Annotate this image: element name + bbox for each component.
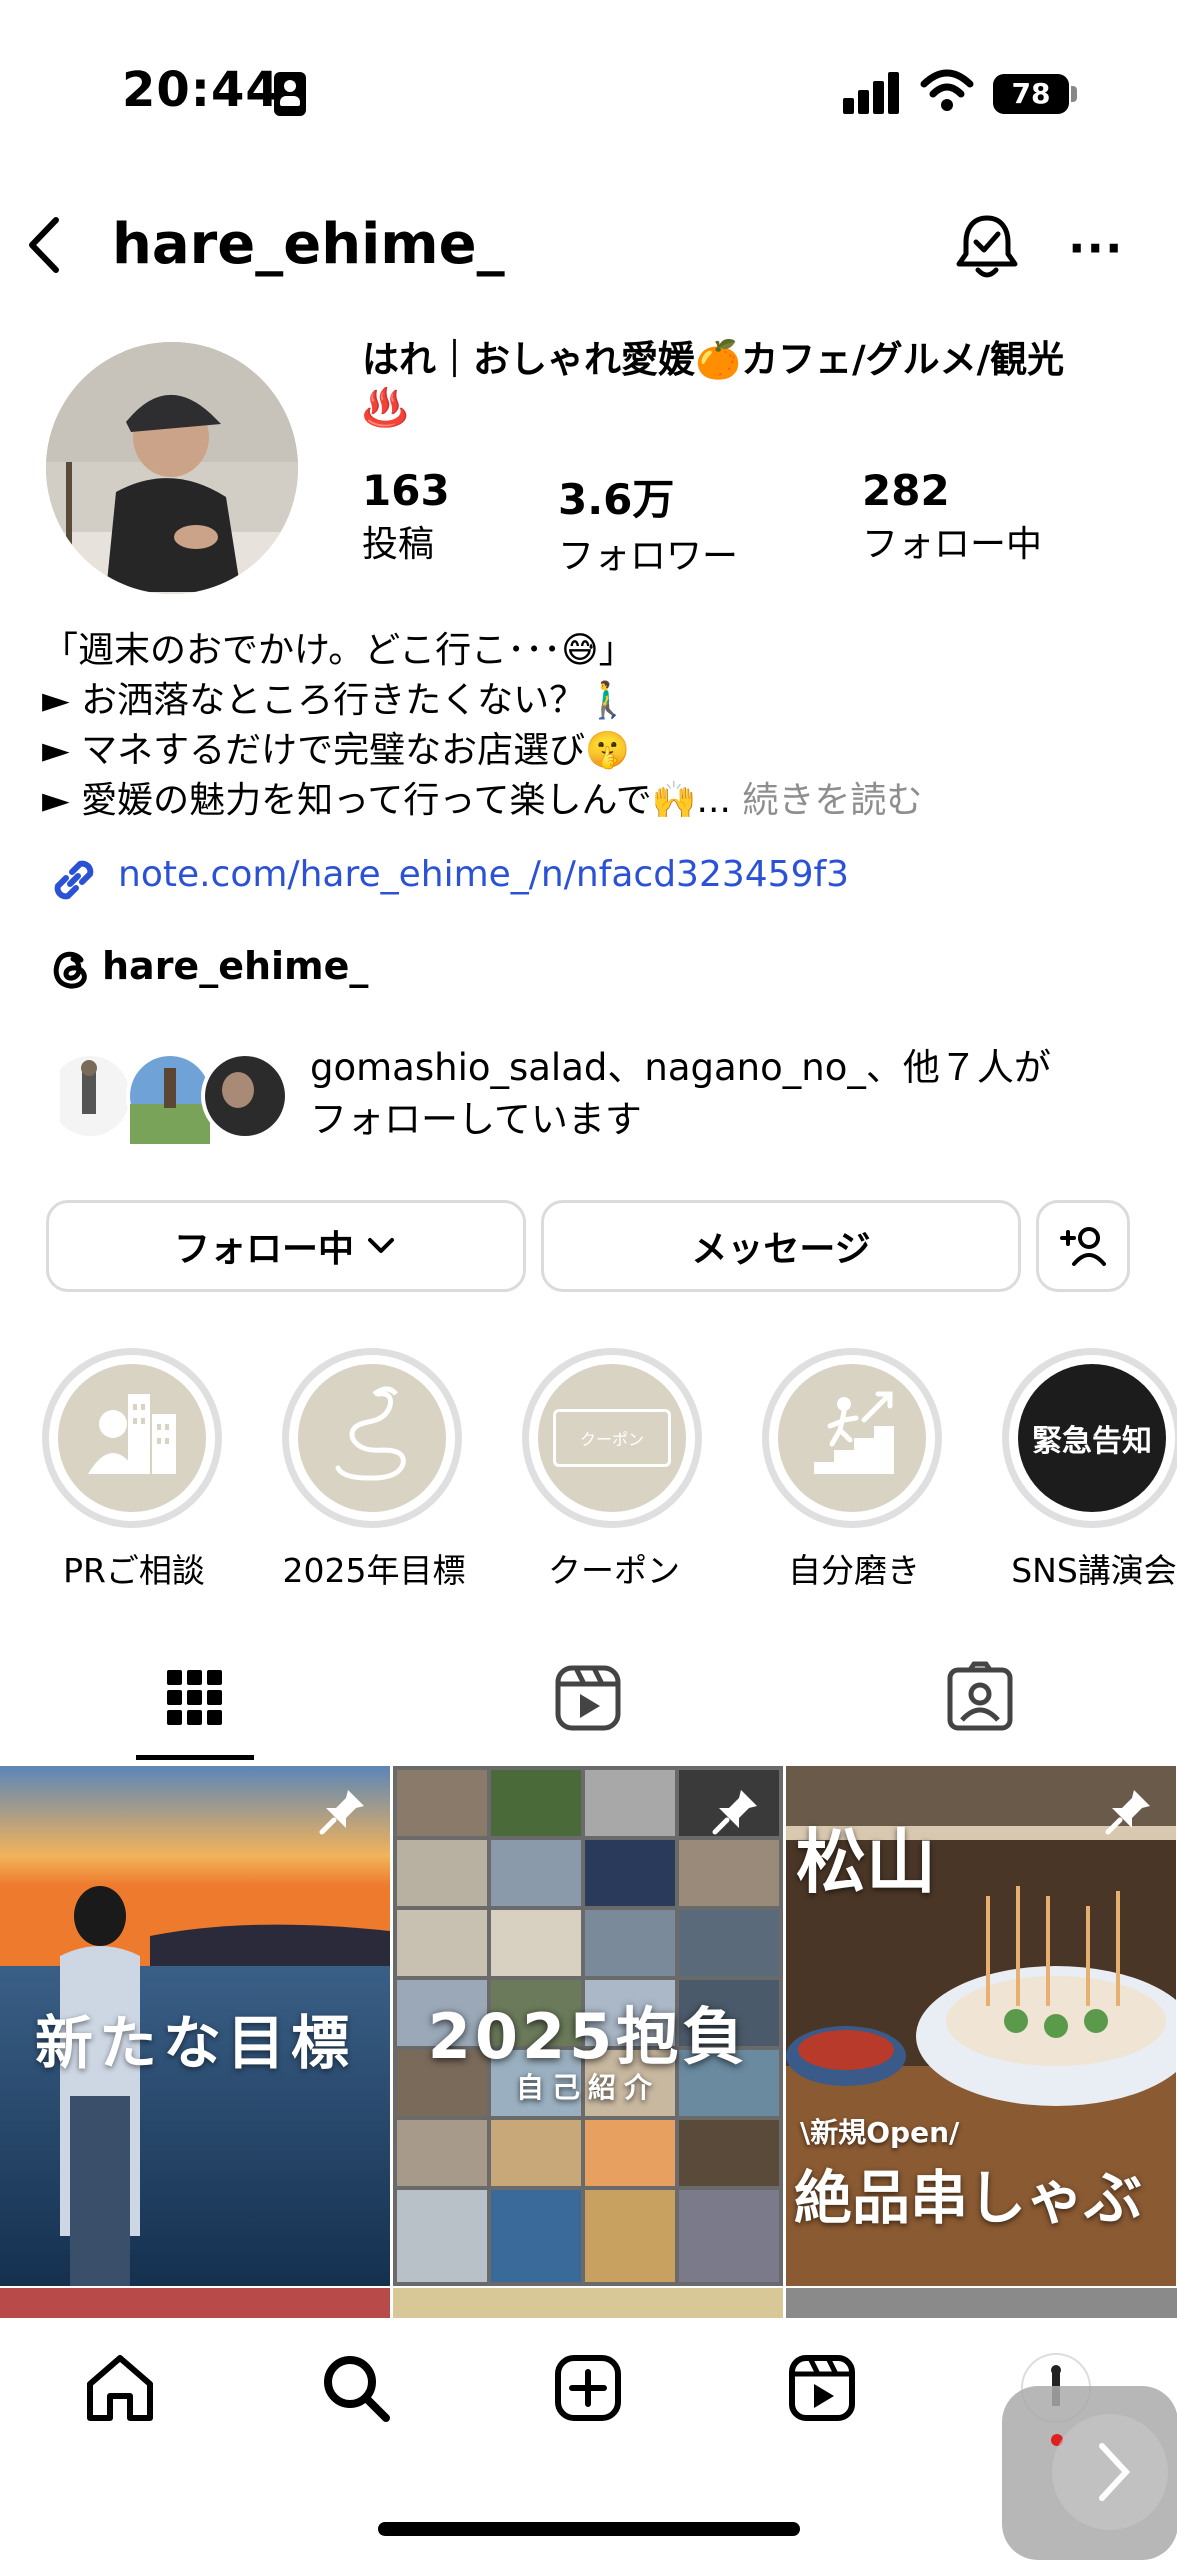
display-name: はれ｜おしゃれ愛媛🍊カフェ/グルメ/観光 ♨️ xyxy=(362,336,1152,432)
bio-line: ► お洒落なところ行きたくない？🚶‍♂️ xyxy=(42,680,630,721)
assistive-touch-button[interactable] xyxy=(1002,2386,1177,2560)
home-indicator xyxy=(378,2522,800,2536)
stairs-climb-icon xyxy=(778,1364,926,1512)
threads-handle[interactable]: hare_ehime_ xyxy=(102,944,368,988)
highlight-sns-lecture[interactable]: 緊急告知 xyxy=(1002,1348,1177,1528)
stat-followers-label: フォロワー xyxy=(558,536,739,577)
grid-tab-icon[interactable] xyxy=(155,1658,235,1738)
stat-followers-count: 3.6万 xyxy=(558,475,675,524)
post-overlay-title: 松山 xyxy=(796,1821,936,1903)
highlight-label: 2025年目標 xyxy=(282,1551,466,1590)
status-time: 20:44 xyxy=(122,62,280,118)
message-button[interactable]: メッセージ xyxy=(541,1200,1021,1292)
id-card-icon xyxy=(274,72,306,116)
post-overlay-tag: \新規Open/ xyxy=(800,2116,960,2149)
coupon-icon: クーポン xyxy=(538,1364,686,1512)
stat-following[interactable]: 282 フォロー中 xyxy=(862,466,1042,567)
stat-posts[interactable]: 163 投稿 xyxy=(362,466,450,567)
display-name-line1: はれ｜おしゃれ愛媛🍊カフェ/グルメ/観光 xyxy=(362,338,1065,381)
active-tab-indicator xyxy=(136,1755,254,1760)
bio-line-text: ► 愛媛の魅力を知って行って楽しんで🙌... xyxy=(42,780,731,821)
highlight-2025-goals[interactable] xyxy=(282,1348,462,1528)
pin-icon xyxy=(712,1790,757,1835)
stat-posts-label: 投稿 xyxy=(362,524,435,565)
bio-line: ► マネするだけで完璧なお店選び🤫 xyxy=(42,730,630,771)
search-icon[interactable] xyxy=(318,2350,394,2426)
create-post-icon[interactable] xyxy=(550,2350,626,2426)
profile-link[interactable]: note.com/hare_ehime_/n/nfacd323459f3 xyxy=(118,854,849,895)
post-overlay-text: 絶品串しゃぶ xyxy=(794,2164,1143,2232)
highlight-coupon[interactable]: クーポン xyxy=(522,1348,702,1528)
post-overlay-text: 新たな目標 xyxy=(34,2009,355,2077)
bio: 「週末のおでかけ。どこ行こ･･･😅」 ► お洒落なところ行きたくない？🚶‍♂️ … xyxy=(42,626,1152,826)
post-thumbnail[interactable]: 2025抱負 自己紹介 xyxy=(393,1766,783,2286)
suggest-people-button[interactable] xyxy=(1036,1200,1130,1292)
cellular-signal-icon xyxy=(843,70,901,114)
stat-followers[interactable]: 3.6万 フォロワー xyxy=(558,466,738,579)
threads-logo-icon[interactable] xyxy=(48,946,94,992)
pin-icon xyxy=(1105,1790,1150,1835)
highlight-label: SNS講演会 xyxy=(1011,1551,1177,1590)
reels-icon[interactable] xyxy=(784,2350,860,2426)
add-person-icon xyxy=(1060,1227,1106,1266)
following-button[interactable]: フォロー中 xyxy=(46,1200,526,1292)
profile-avatar[interactable] xyxy=(46,342,298,594)
following-button-label: フォロー中 xyxy=(173,1229,354,1270)
post-overlay-text: 2025抱負 xyxy=(427,2000,749,2073)
back-arrow-icon[interactable] xyxy=(22,214,70,276)
post-overlay-subtext: 自己紹介 xyxy=(515,2071,660,2104)
highlight-inner-text: 緊急告知 xyxy=(1032,1424,1152,1459)
stat-following-count: 282 xyxy=(862,466,950,515)
coupon-inner-text: クーポン xyxy=(553,1409,671,1467)
tagged-tab-icon[interactable] xyxy=(940,1658,1020,1738)
more-options-icon[interactable]: ··· xyxy=(1068,225,1124,271)
post-thumbnail[interactable]: 松山 \新規Open/ 絶品串しゃぶ xyxy=(786,1766,1176,2286)
bio-line: 「週末のおでかけ。どこ行こ･･･😅」 xyxy=(42,630,635,671)
mutual-followers-line2: フォローしています xyxy=(310,1098,642,1141)
mutual-followers-line1: gomashio_salad、nagano_no_、他７人が xyxy=(310,1046,1051,1089)
battery-level: 78 xyxy=(993,74,1069,114)
message-button-label: メッセージ xyxy=(691,1229,871,1270)
link-icon xyxy=(54,860,94,900)
snake-icon xyxy=(298,1364,446,1512)
stat-posts-count: 163 xyxy=(362,466,450,515)
highlight-label: 自分磨き xyxy=(788,1551,920,1590)
business-person-icon xyxy=(58,1364,206,1512)
reels-tab-icon[interactable] xyxy=(548,1658,628,1738)
post-thumbnail[interactable]: 新たな目標 xyxy=(0,1766,390,2286)
highlight-label: PRご相談 xyxy=(63,1551,205,1590)
pin-icon xyxy=(319,1790,364,1835)
highlight-pr[interactable] xyxy=(42,1348,222,1528)
profile-username-title: hare_ehime_ xyxy=(112,212,505,277)
notification-bell-icon[interactable] xyxy=(950,210,1024,284)
home-icon[interactable] xyxy=(82,2350,158,2426)
mutual-followers-text[interactable]: gomashio_salad、nagano_no_、他７人が フォローしています xyxy=(310,1042,1150,1146)
wifi-icon xyxy=(920,69,974,111)
battery-cap xyxy=(1071,86,1077,102)
highlight-label: クーポン xyxy=(548,1551,680,1590)
emergency-notice-icon: 緊急告知 xyxy=(1018,1364,1166,1512)
mutual-followers-avatars[interactable] xyxy=(60,1048,290,1144)
stat-following-label: フォロー中 xyxy=(862,524,1043,565)
display-name-line2: ♨️ xyxy=(362,386,409,429)
highlight-self-improvement[interactable] xyxy=(762,1348,942,1528)
bio-more-link[interactable]: 続きを読む xyxy=(742,780,922,821)
bio-line: ► 愛媛の魅力を知って行って楽しんで🙌... 続きを読む xyxy=(42,776,1152,826)
chevron-down-icon xyxy=(368,1238,394,1253)
